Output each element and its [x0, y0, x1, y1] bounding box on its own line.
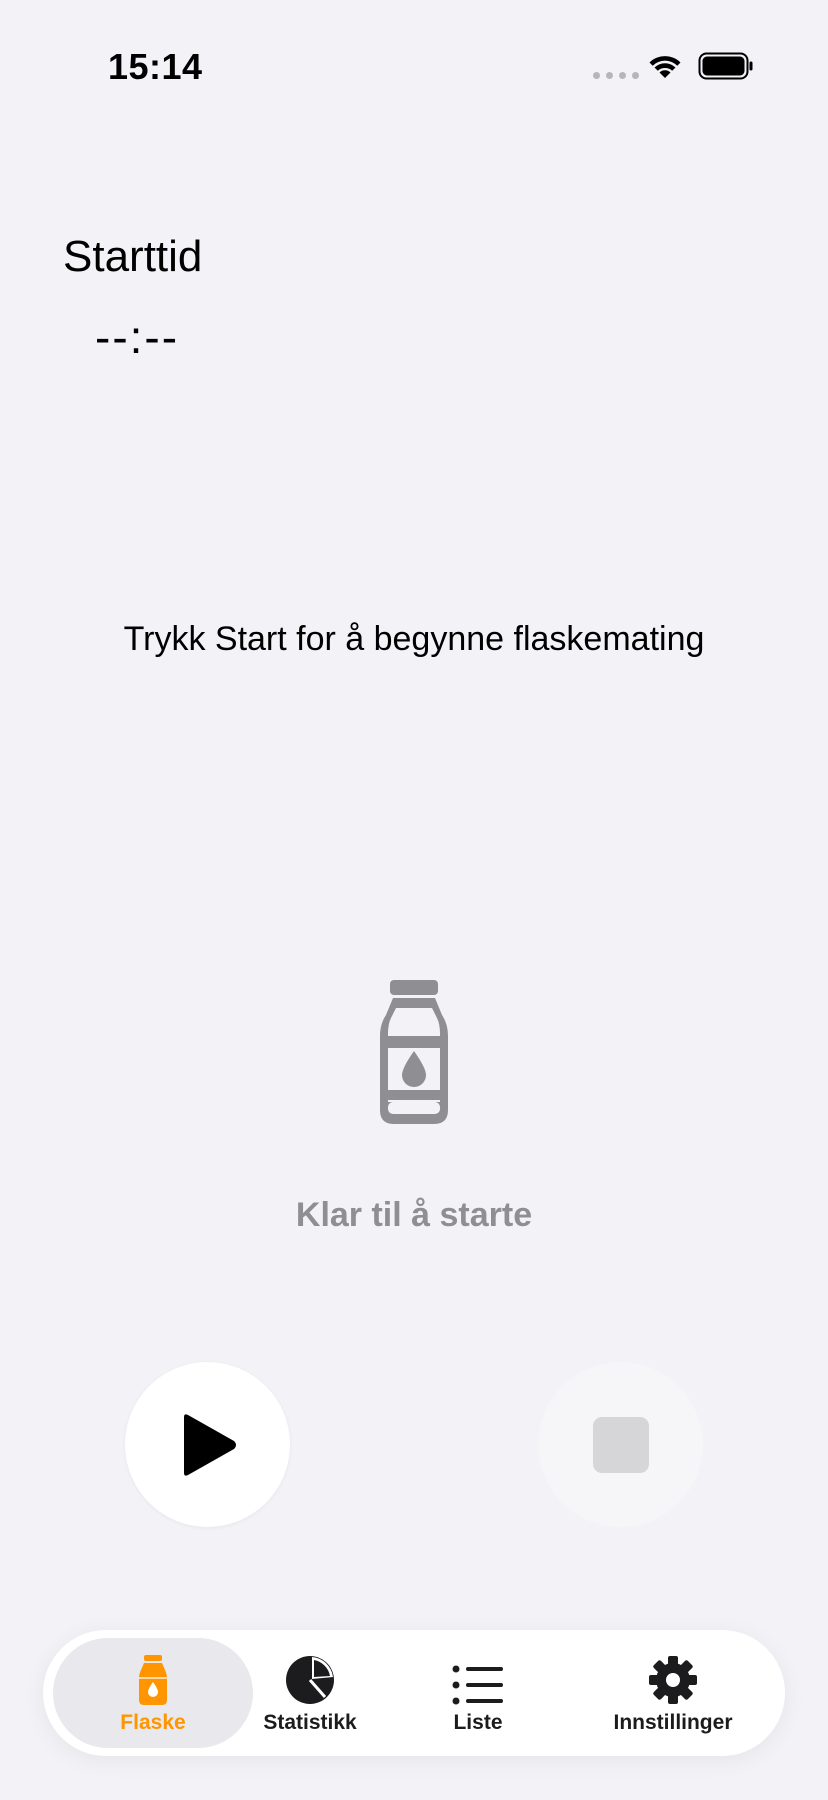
ready-status-text: Klar til å starte: [295, 1196, 533, 1234]
tab-liste[interactable]: Liste: [413, 1638, 543, 1748]
instruction-text: Trykk Start for å begynne flaskemating: [123, 620, 705, 658]
tab-label: Flaske: [120, 1711, 186, 1734]
list-icon: [452, 1665, 503, 1705]
cellular-signal-icon: [593, 72, 639, 79]
tab-flaske[interactable]: Flaske: [53, 1638, 253, 1748]
tab-label: Liste: [453, 1711, 503, 1734]
stop-button[interactable]: [538, 1362, 703, 1527]
start-time-value: --:--: [95, 311, 180, 363]
tab-statistikk[interactable]: Statistikk: [225, 1638, 395, 1748]
tab-bar: Flaske Statistikk Liste Innstillinger: [43, 1630, 785, 1756]
stop-icon: [592, 1416, 649, 1473]
play-icon: [183, 1413, 236, 1476]
tab-innstillinger[interactable]: Innstillinger: [578, 1638, 768, 1748]
gear-icon: [649, 1656, 697, 1704]
tab-label: Innstillinger: [613, 1711, 733, 1734]
status-time: 15:14: [108, 46, 203, 87]
bottle-icon: [139, 1655, 167, 1705]
play-button[interactable]: [125, 1362, 290, 1527]
tab-label: Statistikk: [263, 1711, 357, 1734]
wifi-icon: [649, 56, 681, 78]
battery-icon: [698, 52, 753, 80]
bottle-icon: [380, 980, 448, 1124]
pie-chart-icon: [286, 1656, 334, 1704]
start-time-label: Starttid: [63, 232, 203, 281]
